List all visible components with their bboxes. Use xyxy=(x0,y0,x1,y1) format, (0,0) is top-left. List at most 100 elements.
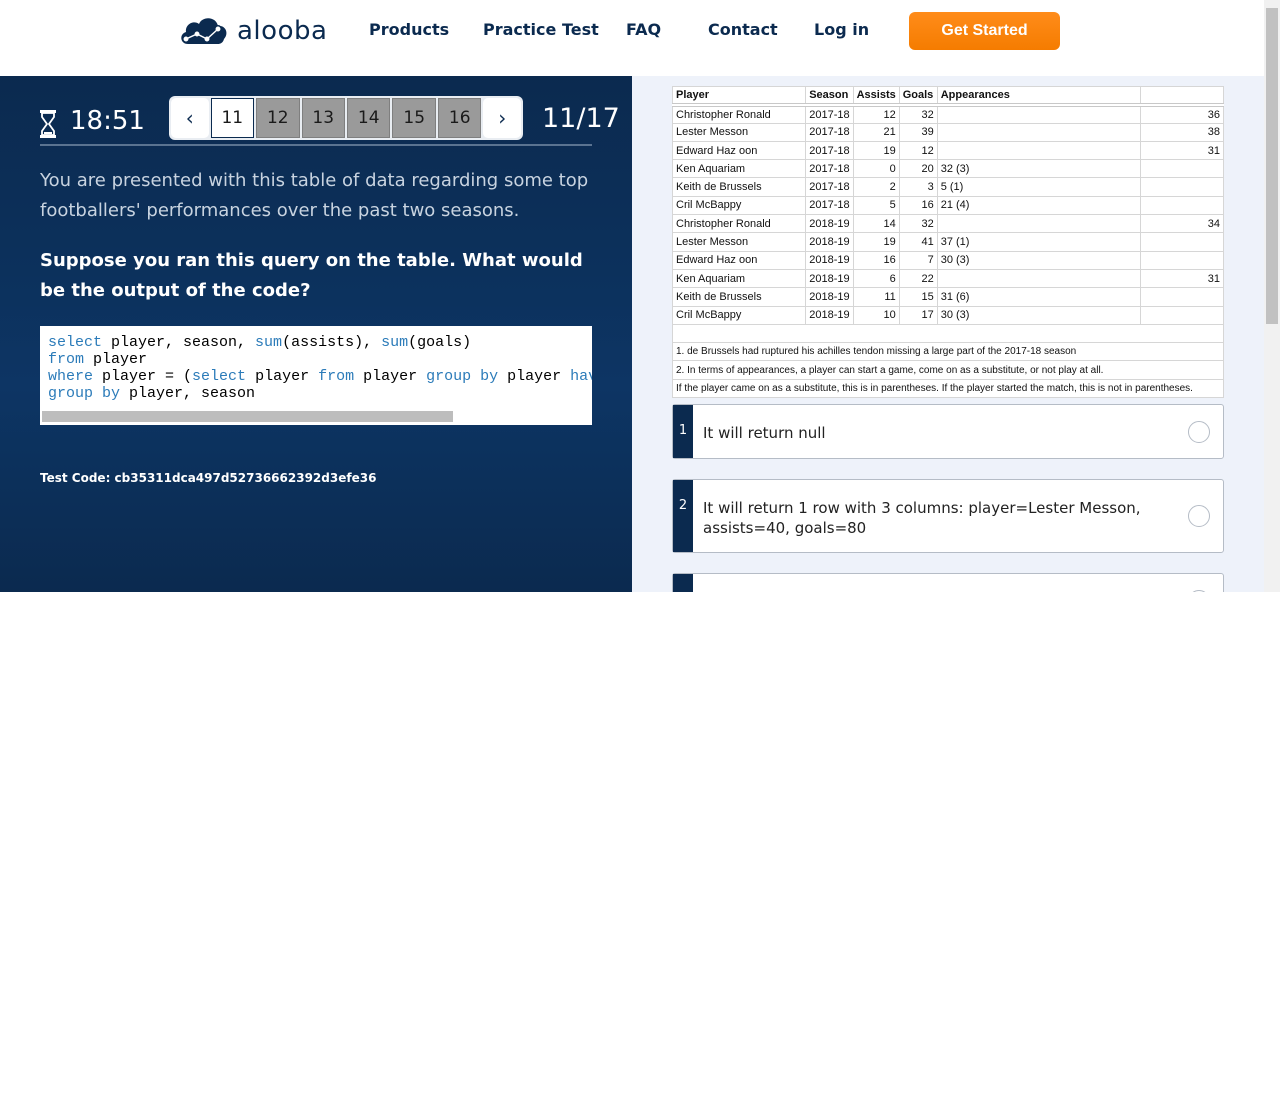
page-button-12[interactable]: 12 xyxy=(256,98,300,138)
header-appearances: Appearances xyxy=(936,86,1141,107)
divider xyxy=(40,144,592,146)
table-cell: 11 xyxy=(852,287,900,307)
table-cell: 32 xyxy=(898,214,938,234)
note-3: If the player came on as a substitute, t… xyxy=(672,378,1224,398)
table-cell: 17 xyxy=(898,305,938,325)
table-cell: 16 xyxy=(852,250,900,270)
header-season: Season xyxy=(805,86,854,107)
table-cell: 5 xyxy=(852,195,900,216)
chevron-right-icon: › xyxy=(498,106,507,130)
nav-faq[interactable]: FAQ xyxy=(626,20,661,39)
table-cell: 16 xyxy=(898,195,938,216)
table-cell: 19 xyxy=(852,232,900,252)
question-panel: 18:51 ‹ 11 12 13 14 15 16 › 11/17 You ar… xyxy=(0,76,632,592)
note-row: 1. de Brussels had ruptured his achilles… xyxy=(672,342,1224,362)
question-pager: ‹ 11 12 13 14 15 16 › xyxy=(169,96,523,140)
answer-radio[interactable] xyxy=(1188,505,1210,527)
table-notes: 1. de Brussels had ruptured his achilles… xyxy=(672,323,1224,398)
answer-text: It will return 1 row with 3 columns: pla… xyxy=(703,499,1141,537)
page-button-15[interactable]: 15 xyxy=(392,98,436,138)
table-row xyxy=(672,323,1224,344)
table-row: Lester Messon 2018-19 19 41 37 (1) xyxy=(672,232,1224,252)
page-button-13[interactable]: 13 xyxy=(301,98,345,138)
code-horizontal-scrollbar[interactable] xyxy=(42,411,453,422)
table-cell: 2017-18 xyxy=(805,122,854,142)
answer-option-2[interactable]: 2 It will return 1 row with 3 columns: p… xyxy=(672,479,1224,553)
table-cell: Keith de Brussels xyxy=(672,287,807,307)
table-cell: 14 xyxy=(852,214,900,234)
table-cell: 2017-18 xyxy=(805,104,854,124)
prev-question-button[interactable]: ‹ xyxy=(171,98,209,138)
answer-radio[interactable] xyxy=(1188,421,1210,443)
table-cell: 12 xyxy=(898,140,938,161)
chevron-left-icon: ‹ xyxy=(185,106,194,130)
next-question-button[interactable]: › xyxy=(483,98,521,138)
table-cell: 2017-18 xyxy=(805,140,854,161)
code-block[interactable]: select player, season, sum(assists), sum… xyxy=(40,326,592,425)
table-row: Keith de Brussels 2018-19 11 15 31 (6) xyxy=(672,287,1224,307)
table-cell: 2018-19 xyxy=(805,287,854,307)
table-row: Christopher Ronald 2017-18 12 32 36 xyxy=(672,104,1224,124)
table-cell: 31 xyxy=(1139,268,1224,289)
answer-option-3[interactable] xyxy=(672,573,1224,592)
table-cell: 2017-18 xyxy=(805,159,854,179)
table-row: Edward Haz oon 2018-19 16 7 30 (3) xyxy=(672,250,1224,270)
table-cell: 22 xyxy=(898,268,938,289)
table-body: Christopher Ronald 2017-18 12 32 36 Lester Me… xyxy=(672,104,1224,325)
table-cell: Ken Aquariam xyxy=(672,268,807,289)
page-vertical-scrollbar[interactable] xyxy=(1264,0,1280,592)
page-button-16[interactable]: 16 xyxy=(437,98,482,138)
table-cell: 2018-19 xyxy=(805,268,854,289)
table-row: Ken Aquariam 2018-19 6 22 31 xyxy=(672,268,1224,289)
table-cell: Cril McBappy xyxy=(672,195,807,216)
table-cell: Lester Messon xyxy=(672,232,807,252)
nav-practice-test[interactable]: Practice Test xyxy=(483,20,599,39)
table-cell: Edward Haz oon xyxy=(672,140,807,161)
table-cell: 38 xyxy=(1139,122,1224,142)
table-cell: Keith de Brussels xyxy=(672,177,807,197)
header-blank xyxy=(1139,86,1224,107)
table-cell: 21 xyxy=(852,122,900,142)
table-row: Christopher Ronald 2018-19 14 32 34 xyxy=(672,214,1224,234)
table-cell: 10 xyxy=(852,305,900,325)
answer-number xyxy=(673,574,693,592)
alooba-logo[interactable]: alooba xyxy=(178,12,327,50)
table-row: Cril McBappy 2017-18 5 16 21 (4) xyxy=(672,195,1224,216)
get-started-button[interactable]: Get Started xyxy=(909,12,1060,50)
table-cell: 32 xyxy=(898,104,938,124)
nav-log-in[interactable]: Log in xyxy=(814,20,869,39)
table-cell: 19 xyxy=(852,140,900,161)
table-cell: 21 (4) xyxy=(936,195,1141,216)
table-cell xyxy=(936,140,1141,161)
table-cell: 39 xyxy=(898,122,938,142)
player-table: Player Season Assists Goals Appearances … xyxy=(672,86,1224,398)
table-cell xyxy=(1139,159,1224,179)
table-cell: 20 xyxy=(898,159,938,179)
table-cell: 36 xyxy=(1139,104,1224,124)
table-cell: 0 xyxy=(852,159,900,179)
table-cell xyxy=(1139,177,1224,197)
table-row: Lester Messon 2017-18 21 39 38 xyxy=(672,122,1224,142)
table-cell: 12 xyxy=(852,104,900,124)
table-cell: Edward Haz oon xyxy=(672,250,807,270)
timer-value: 18:51 xyxy=(70,106,145,136)
table-cell: 3 xyxy=(898,177,938,197)
table-cell: 41 xyxy=(898,232,938,252)
page-button-14[interactable]: 14 xyxy=(346,98,391,138)
table-cell: 2018-19 xyxy=(805,214,854,234)
table-cell: 30 (3) xyxy=(936,250,1141,270)
note-2: 2. In terms of appearances, a player can… xyxy=(672,360,1224,380)
answer-text xyxy=(693,574,1223,592)
header-assists: Assists xyxy=(852,86,900,107)
nav-products[interactable]: Products xyxy=(369,20,449,39)
table-cell: Ken Aquariam xyxy=(672,159,807,179)
table-cell: 6 xyxy=(852,268,900,289)
table-row: Cril McBappy 2018-19 10 17 30 (3) xyxy=(672,305,1224,325)
table-cell: Christopher Ronald xyxy=(672,214,807,234)
scrollbar-thumb[interactable] xyxy=(1266,8,1278,324)
page-button-11[interactable]: 11 xyxy=(210,98,255,138)
nav-contact[interactable]: Contact xyxy=(708,20,778,39)
table-cell xyxy=(936,104,1141,124)
table-cell: 34 xyxy=(1139,214,1224,234)
answer-option-1[interactable]: 1 It will return null xyxy=(672,404,1224,459)
